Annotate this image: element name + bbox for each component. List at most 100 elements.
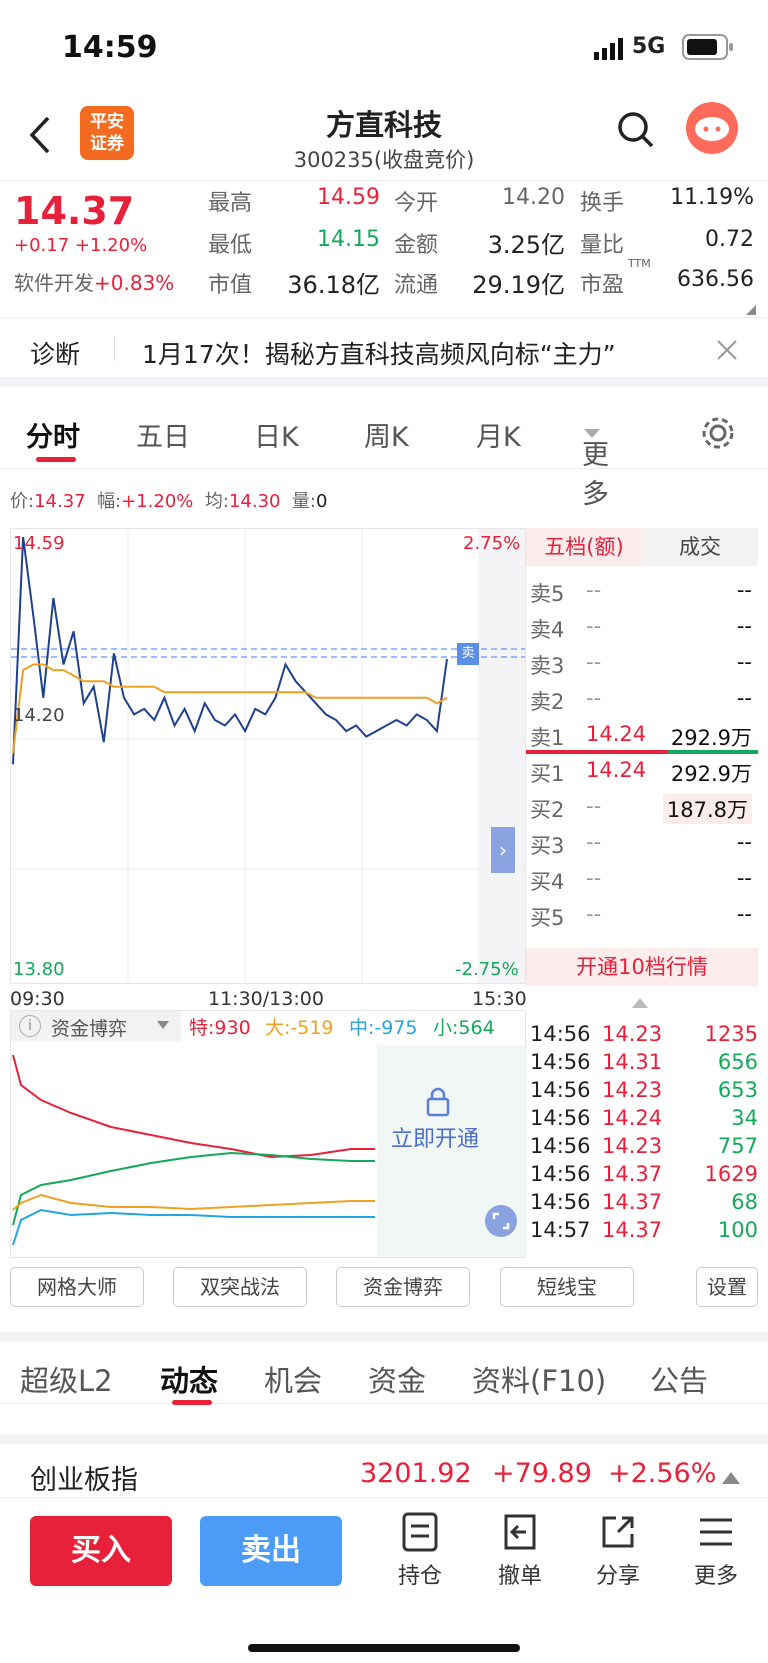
index-pct: +2.56% [608, 1458, 717, 1489]
chart-info-bar: 价:14.37 幅:+1.20% 均:14.30 量:0 [10, 491, 328, 512]
chevron-down-icon [157, 1021, 169, 1029]
turnover-label: 换手 [580, 191, 625, 216]
fund-flow-selector[interactable]: i 资金博弈 [11, 1011, 181, 1041]
tab-more[interactable]: 更多 [582, 415, 609, 510]
collapse-up-icon[interactable] [632, 996, 648, 1008]
content-tabs: 超级L2 动态 机会 资金 资料(F10) 公告 [0, 1332, 768, 1405]
tool-double-breakout[interactable]: 双突战法 [173, 1267, 307, 1307]
tool-short-term[interactable]: 短线宝 [500, 1267, 634, 1307]
book-price: -- [586, 614, 602, 638]
holdings-button[interactable]: 持仓 [380, 1512, 460, 1590]
sell-marker[interactable]: 卖 [457, 643, 479, 665]
book-row: 卖2 -- -- [526, 682, 758, 718]
quote-panel: 14.37 +0.17 +1.20% 软件开发+0.83% 最高 14.59 最… [0, 180, 768, 318]
time-end-label: 15:30 [472, 988, 527, 1010]
tick-row: 14:56 14.23 1235 [530, 1022, 758, 1046]
diagnosis-bar[interactable]: 诊断 1月17次！揭秘方直科技高频风向标“主力” [0, 319, 768, 387]
tab-weekly-k[interactable]: 周K [364, 415, 409, 454]
book-level: 卖3 [530, 654, 565, 678]
pct-min-label: -2.75% [455, 959, 519, 980]
tab-underline [36, 457, 76, 462]
book-price: -- [586, 686, 602, 710]
cancel-order-button[interactable]: 撤单 [480, 1512, 560, 1590]
float-label: 流通 [394, 273, 439, 298]
book-row: 买1 14.24 292.9万 [526, 754, 758, 790]
book-level: 买4 [530, 870, 565, 894]
buy-button[interactable]: 买入 [30, 1516, 172, 1586]
book-price: -- [586, 902, 602, 926]
tab-f10[interactable]: 资料(F10) [472, 1358, 606, 1400]
bid-strength-bar [668, 750, 758, 754]
tool-grid-master[interactable]: 网格大师 [10, 1267, 144, 1307]
tab-trades[interactable]: 成交 [642, 528, 758, 566]
unlock-button[interactable]: 立即开通 [391, 1121, 479, 1153]
tab-super-l2[interactable]: 超级L2 [20, 1358, 113, 1400]
index-change: +79.89 [492, 1458, 592, 1489]
tick-list: 14:56 14.23 1235 14:56 14.31 656 14:56 14.23 653… [526, 1022, 758, 1252]
tab-opportunity[interactable]: 机会 [264, 1358, 322, 1400]
info-icon[interactable]: i [19, 1015, 41, 1037]
book-volume: -- [736, 578, 752, 602]
book-level: 买3 [530, 834, 565, 858]
book-level: 卖4 [530, 618, 565, 642]
sell-button[interactable]: 卖出 [200, 1516, 342, 1586]
sector-change[interactable]: 软件开发+0.83% [14, 267, 174, 296]
price-line [12, 536, 448, 765]
book-price: -- [586, 650, 602, 674]
share-button[interactable]: 分享 [578, 1512, 658, 1590]
gear-icon[interactable] [700, 415, 736, 451]
tool-settings[interactable]: 设置 [696, 1267, 758, 1307]
tab-capital[interactable]: 资金 [368, 1358, 426, 1400]
open-10-levels-button[interactable]: 开通10档行情 [526, 948, 758, 986]
close-icon[interactable] [716, 339, 738, 361]
high-value: 14.59 [317, 185, 380, 210]
book-row: 卖4 -- -- [526, 610, 758, 646]
mktcap-value: 36.18亿 [287, 271, 380, 299]
tick-row: 14:56 14.37 68 [530, 1190, 758, 1214]
fund-flow-label: 资金博弈 [51, 1018, 128, 1040]
y-max-label: 14.59 [13, 533, 65, 554]
pct-max-label: 2.75% [463, 533, 521, 554]
pe-label: 市盈 [580, 273, 625, 298]
assistant-avatar[interactable] [686, 102, 738, 154]
tab-five-levels[interactable]: 五档(额) [526, 528, 642, 566]
tool-fund-game[interactable]: 资金博弈 [336, 1267, 470, 1307]
open-label: 今开 [394, 191, 439, 216]
turnover-value: 11.19% [670, 185, 754, 210]
tick-row: 14:56 14.23 653 [530, 1078, 758, 1102]
index-strip[interactable]: 创业板指 3201.92 +79.89 +2.56% [0, 1434, 768, 1498]
time-start-label: 09:30 [10, 988, 65, 1010]
intraday-chart[interactable]: 14.59 14.20 13.80 2.75% -2.75% 卖 › [10, 528, 526, 984]
book-volume: -- [736, 686, 752, 710]
book-row: 卖1 14.24 292.9万 [526, 718, 758, 754]
action-bar: 买入 卖出 持仓 撤单 分享 更多 [0, 1498, 768, 1663]
order-book: 五档(额) 成交 卖5 -- -- 卖4 -- -- 卖3 -- -- 卖2 -- -- 卖1 14.24… [526, 528, 758, 988]
tab-announcement[interactable]: 公告 [650, 1358, 708, 1400]
lock-icon [426, 1087, 450, 1117]
expand-up-icon[interactable] [722, 1470, 740, 1484]
mktcap-label: 市值 [208, 273, 253, 298]
battery-icon [682, 34, 733, 60]
chat-bubble-icon [695, 117, 729, 141]
volratio-value: 0.72 [705, 227, 754, 252]
index-value: 3201.92 [360, 1458, 472, 1489]
fund-xiao: 小:564 [433, 1017, 495, 1039]
tab-five-day[interactable]: 五日 [136, 415, 190, 454]
chart-tabs: 分时 五日 日K 周K 月K 更多 [0, 397, 768, 510]
expand-panel-button[interactable]: › [491, 827, 515, 873]
fullscreen-button[interactable] [485, 1205, 517, 1237]
volratio-label: 量比 [580, 233, 625, 258]
tab-intraday[interactable]: 分时 [26, 415, 80, 454]
home-indicator [248, 1644, 520, 1652]
tab-daily-k[interactable]: 日K [254, 415, 299, 454]
diagnosis-label: 诊断 [30, 340, 81, 369]
more-button[interactable]: 更多 [676, 1512, 756, 1590]
fund-zhong: 中:-975 [349, 1017, 418, 1039]
tab-news[interactable]: 动态 [160, 1358, 218, 1400]
search-icon[interactable] [616, 110, 656, 150]
tab-monthly-k[interactable]: 月K [476, 415, 521, 454]
book-row: 买3 -- -- [526, 826, 758, 862]
diagnosis-text[interactable]: 1月17次！揭秘方直科技高频风向标“主力” [142, 335, 616, 371]
corner-expand-icon[interactable] [746, 305, 756, 315]
book-volume: -- [736, 614, 752, 638]
